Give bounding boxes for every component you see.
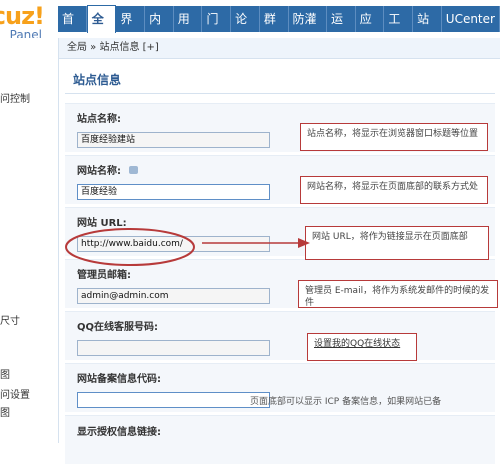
nav-tools[interactable]: 工具 <box>384 6 414 52</box>
annotation-arrow <box>202 238 310 248</box>
qq-service-input[interactable] <box>77 340 270 356</box>
sidebar-item[interactable]: 图 <box>0 366 10 381</box>
sidebar: 问控制 尺寸 图 问设置 图 <box>0 38 59 443</box>
nav-apps[interactable]: 应用 <box>356 6 385 52</box>
annotation-note: 网站 URL，将作为链接显示在页面底部 <box>305 226 489 260</box>
annotation-note: 管理员 E-mail，将作为系统发邮件的时候的发件 <box>298 280 498 308</box>
nav-content[interactable]: 内容 <box>145 6 174 52</box>
icp-label: 网站备案信息代码: <box>77 374 161 385</box>
nav-groups[interactable]: 群组 <box>260 6 289 52</box>
sidebar-item[interactable]: 问设置 <box>0 386 30 401</box>
annotation-note: 网站名称，将显示在页面底部的联系方式处 <box>300 176 488 204</box>
nav-forum[interactable]: 论坛 <box>231 6 260 52</box>
license-label: 显示授权信息链接: <box>77 427 161 438</box>
network-name-label: 网站名称: <box>77 162 139 177</box>
sidebar-item[interactable]: 尺寸 <box>0 312 20 327</box>
icp-hint: 页面底部可以显示 ICP 备案信息，如果网站已备 <box>250 397 442 407</box>
sidebar-item[interactable]: 图 <box>0 404 10 419</box>
annotation-note: 站点名称，将显示在浏览器窗口标题等位置 <box>300 123 488 151</box>
network-name-label-text: 网站名称: <box>77 166 121 177</box>
icp-input[interactable] <box>77 392 270 408</box>
site-name-label: 站点名称: <box>77 114 121 125</box>
top-bar: cuz! Panel 首页 全局 界面 内容 用户 门户 论坛 群组 防灌水 运… <box>0 0 500 52</box>
page-title: 站点信息 <box>73 73 122 87</box>
nav-operation[interactable]: 运营 <box>327 6 356 52</box>
nav-antispam[interactable]: 防灌水 <box>289 6 328 52</box>
site-name-input[interactable]: 百度经验建站 <box>77 132 270 148</box>
annotation-ellipse <box>65 228 195 266</box>
logo-mark: cuz! <box>0 2 45 30</box>
qq-status-link[interactable]: 设置我的QQ在线状态 <box>307 333 417 361</box>
nav-webmaster[interactable]: 站长 <box>413 6 442 52</box>
nav-users[interactable]: 用户 <box>174 6 203 52</box>
nav-home[interactable]: 首页 <box>58 6 87 52</box>
network-name-input[interactable]: 百度经验 <box>77 184 270 200</box>
nav-ucenter[interactable]: UCenter <box>442 6 500 32</box>
nav-global[interactable]: 全局 <box>86 5 117 52</box>
info-icon[interactable] <box>129 166 139 174</box>
nav-interface[interactable]: 界面 <box>116 6 146 52</box>
sidebar-item[interactable]: 问控制 <box>0 90 30 105</box>
main-nav: 首页 全局 界面 内容 用户 门户 论坛 群组 防灌水 运营 应用 工具 站长 … <box>58 5 500 52</box>
nav-portal[interactable]: 门户 <box>202 6 232 52</box>
divider <box>65 93 495 94</box>
admin-email-input[interactable]: admin@admin.com <box>77 288 270 304</box>
breadcrumb-text[interactable]: 全局 » 站点信息 [+] <box>67 42 159 53</box>
breadcrumb: 全局 » 站点信息 [+] <box>59 38 500 59</box>
qq-service-label: QQ在线客服号码: <box>77 322 159 333</box>
discuz-logo: cuz! Panel <box>0 2 54 42</box>
